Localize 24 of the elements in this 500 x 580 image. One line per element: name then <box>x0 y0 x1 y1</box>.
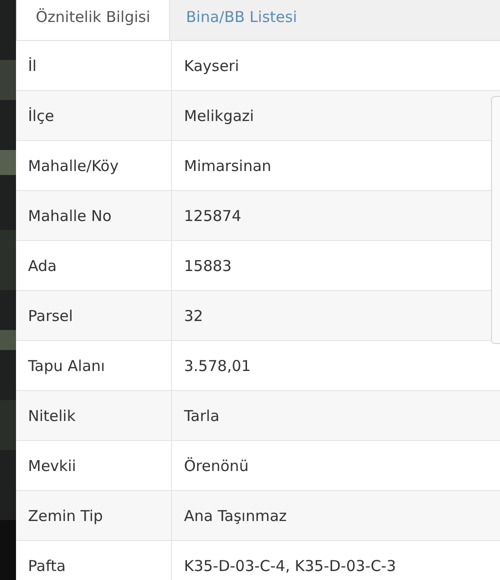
table-cell: İlçe <box>16 91 172 140</box>
table-cell-text: Örenönü <box>183 456 250 476</box>
table-cell: İl <box>16 41 172 90</box>
table-cell: Ada <box>16 241 172 290</box>
table-cell: Mahalle/Köy <box>16 141 172 190</box>
table-cell-text: 15883 <box>183 256 233 276</box>
tab[interactable]: Öznitelik Bilgisi <box>16 0 170 40</box>
table-cell: Mahalle No <box>16 191 172 240</box>
table-cell-text: Tarla <box>183 406 220 426</box>
scrollbar[interactable] <box>491 96 500 344</box>
table-cell-text: Mimarsinan <box>183 156 272 176</box>
table-cell-text: K35-D-03-C-4, K35-D-03-C-3 <box>183 556 397 576</box>
table-cell-text: 32 <box>183 306 204 326</box>
table-cell: Tapu Alanı <box>16 341 172 390</box>
table-cell-text: Melikgazi <box>183 106 255 126</box>
table-cell: Nitelik <box>16 391 172 440</box>
table-cell-text: Kayseri <box>183 56 240 76</box>
table-cell-text: 3.578,01 <box>183 356 252 376</box>
table-cell: Zemin Tip <box>16 491 172 540</box>
table-cell: Mevkii <box>16 441 172 490</box>
table-cell: Pafta <box>16 541 172 580</box>
table-cell: Parsel <box>16 291 172 340</box>
table-cell-text: Ana Taşınmaz <box>183 506 288 526</box>
table-cell-text: 125874 <box>183 206 242 226</box>
